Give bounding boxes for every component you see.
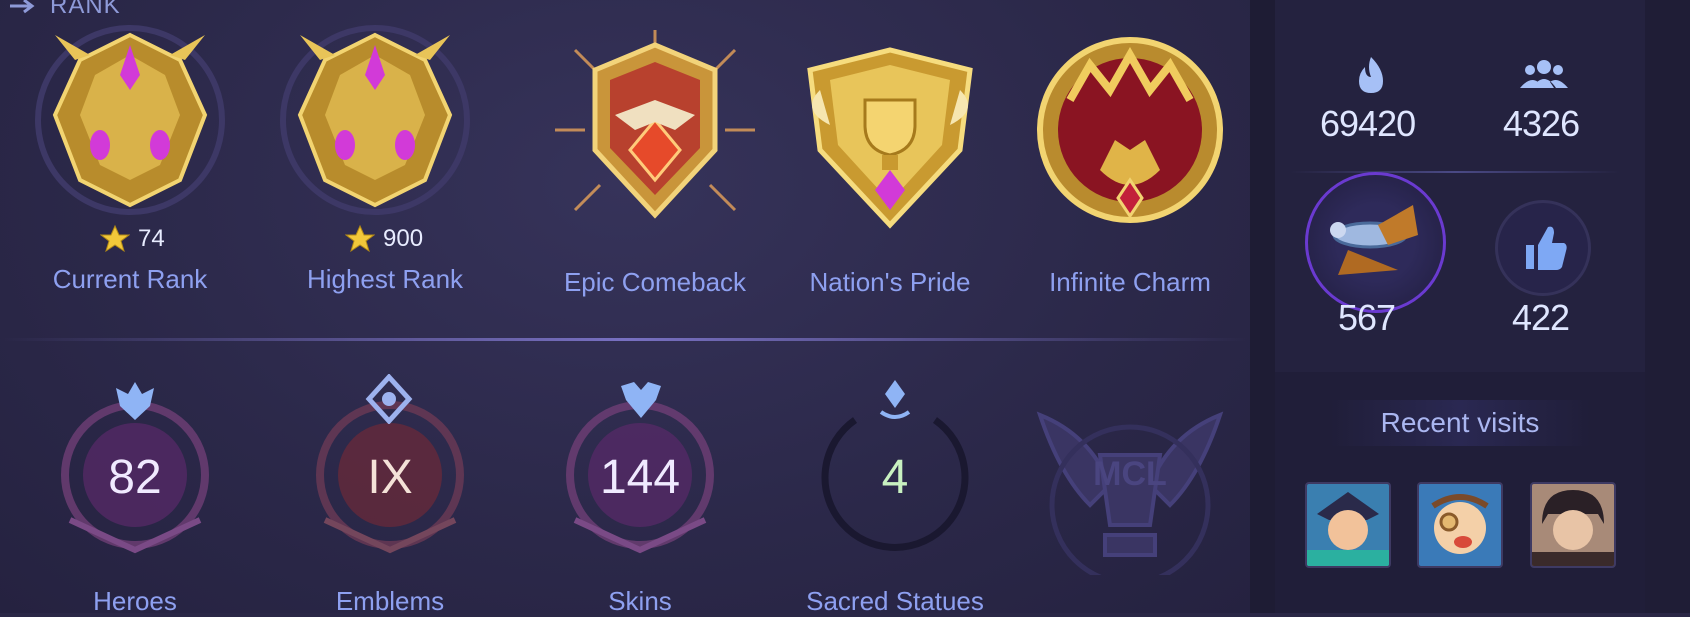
emblems-level: IX	[367, 451, 413, 504]
epic-comeback-badge[interactable]	[555, 30, 755, 230]
side-divider	[1290, 171, 1620, 173]
trophy-shield-icon	[807, 47, 973, 229]
visitor-portrait-icon	[1307, 484, 1389, 566]
infinite-charm-label: Infinite Charm	[1049, 267, 1211, 297]
highest-rank-label: Highest Rank	[306, 264, 464, 294]
section-divider	[0, 338, 1250, 341]
recent-visits-title: Recent visits	[1330, 400, 1590, 446]
like-button[interactable]	[1495, 200, 1591, 296]
mythic-rank-icon	[280, 25, 470, 215]
mcl-text: MCL	[1093, 455, 1167, 493]
heroes-label: Heroes	[93, 586, 177, 616]
heroes-count: 82	[108, 451, 162, 504]
epic-comeback-medal-icon	[555, 30, 755, 219]
nations-pride-label: Nation's Pride	[809, 267, 971, 297]
current-rank-badge[interactable]	[30, 20, 230, 220]
current-rank-label: Current Rank	[52, 264, 208, 294]
followers-value: 4326	[1503, 103, 1580, 144]
thumbs-up-icon	[1526, 226, 1567, 270]
nations-pride-badge[interactable]	[790, 30, 990, 230]
infinite-charm-badge[interactable]	[1030, 30, 1230, 230]
rank-header-title: RANK	[50, 0, 121, 19]
recent-visitor-avatar[interactable]	[1530, 482, 1616, 568]
highest-rank-star-count: 900	[383, 225, 424, 252]
panel-divider	[1250, 0, 1275, 613]
collection-score-value: 567	[1338, 297, 1396, 338]
epic-comeback-label: Epic Comeback	[563, 267, 747, 297]
skins-count: 144	[599, 451, 681, 504]
hero-crest-icon	[116, 382, 154, 420]
visitor-portrait-icon	[1532, 484, 1614, 566]
current-rank-star-count: 74	[138, 225, 165, 252]
mcl-badge[interactable]: MCL	[1030, 395, 1230, 586]
highest-rank-stars: 900	[345, 224, 423, 254]
sacred-statues-label: Sacred Statues	[806, 586, 984, 616]
edge-strip	[1645, 0, 1690, 613]
arrow-right-icon	[10, 0, 35, 14]
infinite-charm-medal-icon	[1037, 37, 1223, 223]
recent-visitor-avatar[interactable]	[1417, 482, 1503, 568]
star-icon	[345, 224, 375, 253]
friends-icon	[1520, 60, 1568, 88]
statue-crest-icon	[879, 380, 911, 419]
visitor-portrait-icon	[1419, 484, 1501, 566]
mythic-rank-icon	[35, 25, 225, 215]
fire-icon	[1359, 57, 1383, 93]
popularity-value: 69420	[1320, 103, 1416, 144]
emblem-crest-icon	[365, 374, 413, 424]
likes-value: 422	[1512, 297, 1570, 338]
current-rank-stars: 74	[100, 224, 165, 254]
rank-header[interactable]: RANK	[8, 0, 121, 20]
skins-label: Skins	[608, 586, 672, 616]
star-icon	[100, 224, 130, 253]
collection-score-ring[interactable]	[1305, 172, 1446, 313]
airship-icon	[1330, 205, 1418, 275]
sacred-statues-count: 4	[881, 451, 909, 504]
recent-visitor-avatar[interactable]	[1305, 482, 1391, 568]
skin-crest-icon	[621, 382, 661, 418]
emblems-label: Emblems	[335, 586, 445, 616]
highest-rank-badge[interactable]	[275, 20, 475, 220]
